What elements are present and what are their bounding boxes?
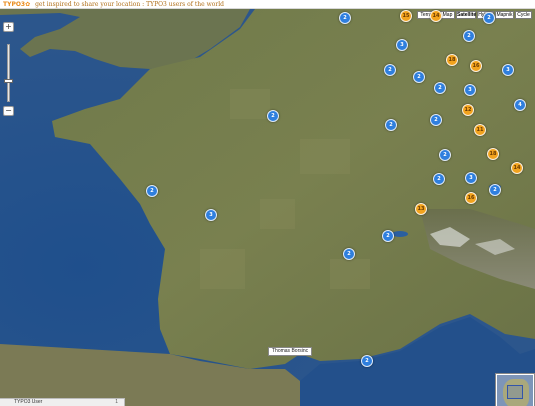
cluster-marker[interactable]: 18 [446,54,458,66]
cluster-marker[interactable]: 11 [474,124,486,136]
cluster-marker[interactable]: 3 [396,39,408,51]
cluster-marker[interactable]: 2 [439,149,451,161]
maptype-satellite-button[interactable]: Satellite [456,11,476,19]
overview-map[interactable] [495,373,535,406]
cluster-marker[interactable]: 3 [465,172,477,184]
cluster-marker[interactable]: 3 [502,64,514,76]
cluster-marker[interactable]: 18 [487,148,499,160]
cluster-marker[interactable]: 2 [384,64,396,76]
maptype-map-button[interactable]: Map [440,11,455,19]
cluster-marker[interactable]: 2 [434,82,446,94]
cluster-marker[interactable]: 3 [464,84,476,96]
cluster-marker[interactable]: 2 [385,119,397,131]
header-tagline: get inspired to share your location : TY… [35,1,224,8]
cluster-marker[interactable]: 4 [514,99,526,111]
cluster-marker[interactable]: 15 [400,10,412,22]
maptype-cycle-button[interactable]: Cycle [515,11,532,19]
cluster-marker[interactable]: 2 [361,355,373,367]
cluster-marker[interactable]: 2 [463,30,475,42]
cluster-marker[interactable]: 2 [483,12,495,24]
zoom-slider-track[interactable] [7,44,10,102]
cluster-marker[interactable]: 14 [511,162,523,174]
cluster-marker[interactable]: 3 [205,209,217,221]
cluster-marker[interactable]: 13 [415,203,427,215]
zoom-out-button[interactable]: − [3,106,14,116]
cluster-marker[interactable]: 2 [343,248,355,260]
cluster-marker[interactable]: 14 [430,10,442,22]
cluster-marker[interactable]: 2 [146,185,158,197]
cluster-marker[interactable]: 2 [433,173,445,185]
zoom-control: + − [3,22,14,117]
cluster-marker[interactable]: 2 [413,71,425,83]
cluster-marker[interactable]: 2 [339,12,351,24]
header-bar: TYPO3✿ get inspired to share your locati… [0,0,535,9]
cluster-marker[interactable]: 2 [430,114,442,126]
status-title: TYPO3 User [14,399,43,405]
cluster-marker[interactable]: 16 [465,192,477,204]
map-canvas[interactable]: Terrain Map Satellite Hybrid Mapnik Cycl… [0,9,535,406]
cluster-marker[interactable]: 12 [462,104,474,116]
zoom-slider-thumb[interactable] [4,79,13,84]
place-label-tooltip: Thomas Borsinc [268,347,313,356]
typo3-logo-mark-icon: ✿ [25,1,31,8]
status-count: 1 [115,399,118,405]
zoom-in-button[interactable]: + [3,22,14,32]
typo3-logo[interactable]: TYPO3 [0,1,25,8]
cluster-marker[interactable]: 2 [267,110,279,122]
status-bar: TYPO3 User 1 [0,398,125,406]
cluster-marker[interactable]: 2 [382,230,394,242]
cluster-marker[interactable]: 2 [489,184,501,196]
maptype-mapnik-button[interactable]: Mapnik [495,11,514,19]
cluster-marker[interactable]: 16 [470,60,482,72]
overview-viewport[interactable] [507,385,523,399]
